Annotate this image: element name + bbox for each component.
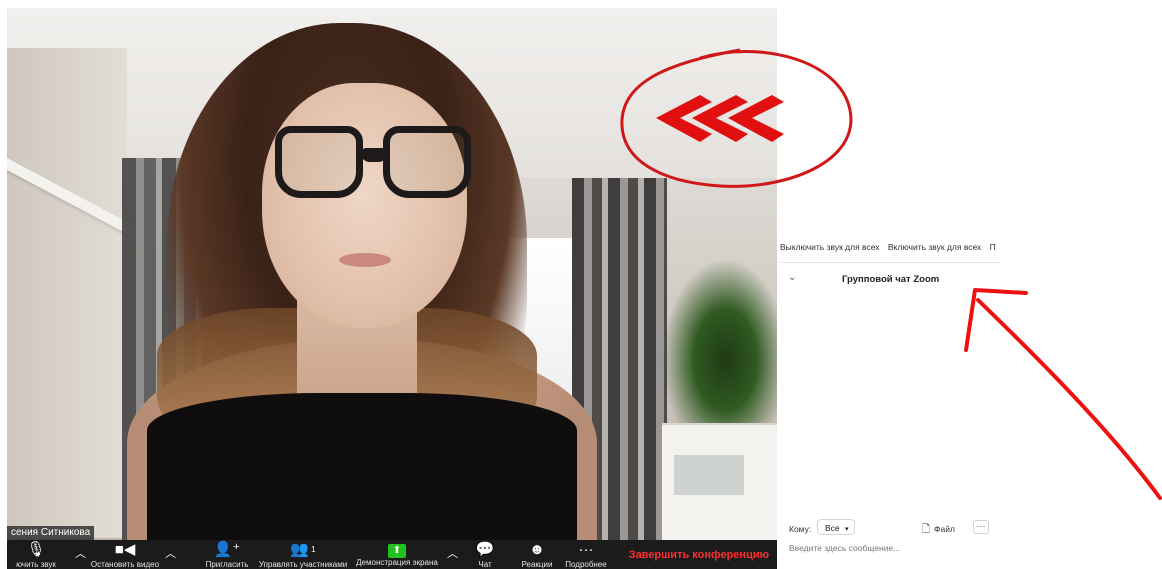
invite-button[interactable]: 👤⁺ Пригласить [203, 540, 251, 569]
chat-composer: Кому: Все ▾ 🗋 Файл ··· [780, 517, 1000, 557]
reactions-button[interactable]: ☻ Реакции [515, 540, 559, 569]
mute-all-button[interactable]: Выключить звук для всех [780, 238, 880, 256]
microphone-icon: 🎙 [26, 541, 46, 558]
recipient-select[interactable]: Все ▾ [817, 519, 855, 535]
share-screen-button[interactable]: ⬆ Демонстрация экрана [351, 540, 443, 569]
participants-actions: Выключить звук для всех Включить звук дл… [780, 238, 1000, 256]
arrow-annotation [976, 298, 1162, 500]
meeting-toolbar: 🎙 ючить звук ︿ ■◀ Остановить видео ︿ 👤⁺ … [7, 540, 777, 569]
house-plant [662, 258, 777, 428]
chat-bubble-icon: 💬 [475, 541, 495, 558]
file-icon: 🗋 [922, 524, 931, 535]
person-lips [339, 253, 391, 267]
share-options-caret[interactable]: ︿ [447, 545, 458, 561]
video-camera-icon: ■◀ [114, 541, 136, 558]
chat-title: Групповой чат Zoom [842, 274, 940, 285]
room-wall [7, 48, 127, 538]
eyeglasses [275, 126, 480, 206]
recipient-value: Все [825, 523, 840, 533]
invite-person-icon: 👤⁺ [213, 541, 241, 558]
audio-options-caret[interactable]: ︿ [75, 545, 86, 561]
file-button[interactable]: 🗋 Файл [922, 522, 955, 539]
participant-video[interactable] [7, 8, 777, 540]
participant-count: 1 [311, 545, 316, 554]
reaction-emoji-icon: ☻ [529, 541, 545, 558]
arrow-head-annotation [964, 288, 1028, 352]
chevron-down-icon[interactable]: ⌄ [788, 272, 796, 283]
more-participants-button[interactable]: П [990, 238, 996, 256]
chevron-down-icon: ▾ [845, 526, 849, 533]
chat-header: ⌄ Групповой чат Zoom [780, 272, 1000, 288]
share-screen-icon: ⬆ [388, 544, 406, 558]
participants-icon: 👥 1 [290, 541, 316, 558]
mute-button[interactable]: 🎙 ючить звук [7, 540, 65, 569]
unmute-all-button[interactable]: Включить звук для всех [888, 238, 981, 256]
recipient-label: Кому: [789, 524, 812, 534]
end-meeting-button[interactable]: Завершить конференцию [629, 549, 769, 561]
video-options-caret[interactable]: ︿ [165, 545, 176, 561]
more-dots-icon: ··· [578, 541, 594, 558]
chat-message-input[interactable] [789, 541, 989, 555]
dresser [662, 423, 777, 540]
stop-video-button[interactable]: ■◀ Остановить видео [87, 540, 163, 569]
chat-more-button[interactable]: ··· [973, 520, 989, 534]
panel-divider [780, 262, 1000, 263]
chat-button[interactable]: 💬 Чат [469, 540, 501, 569]
more-button[interactable]: ··· Подробнее [563, 540, 609, 569]
manage-participants-button[interactable]: 👥 1 Управлять участниками [255, 540, 351, 569]
file-button-label: Файл [934, 524, 955, 534]
person-top [147, 393, 577, 540]
participant-name-tag: сения Ситникова [7, 526, 95, 540]
